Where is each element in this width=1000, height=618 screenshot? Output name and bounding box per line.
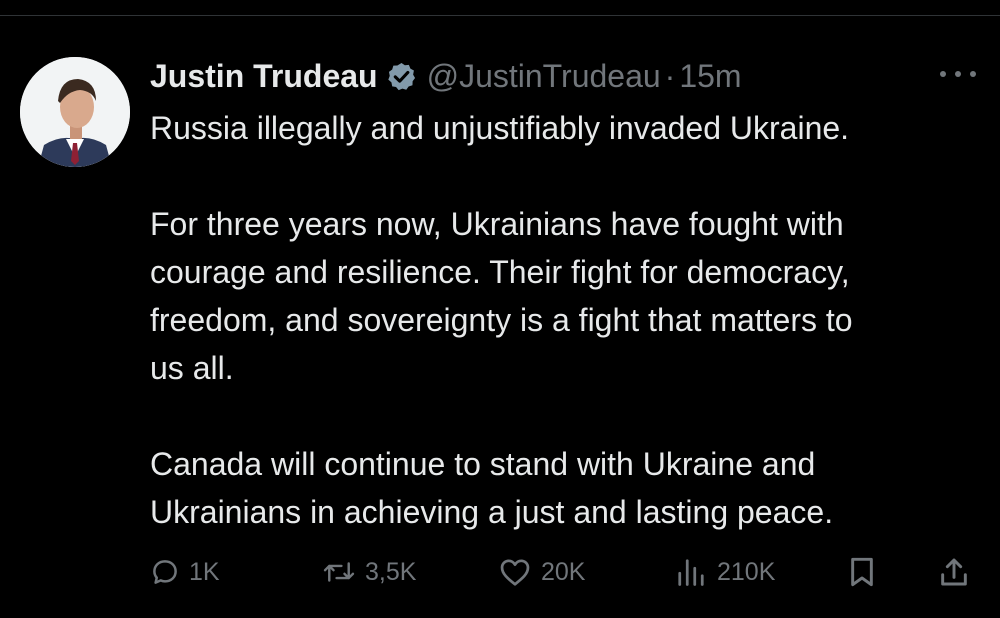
avatar[interactable] <box>20 57 130 167</box>
views-button[interactable]: 210K <box>674 548 775 596</box>
more-dot <box>955 71 961 77</box>
repost-count: 3,5K <box>365 557 417 586</box>
tweet-header: Justin Trudeau @JustinTrudeau · 15m <box>150 54 742 98</box>
reply-icon <box>150 557 180 587</box>
reply-count: 1K <box>189 557 220 586</box>
tweet-line: courage and resilience. Their fight for … <box>150 254 850 290</box>
share-icon <box>938 556 970 588</box>
bookmark-icon <box>847 556 877 588</box>
tweet-line: For three years now, Ukrainians have fou… <box>150 206 844 242</box>
share-button[interactable] <box>938 548 970 596</box>
tweet-paragraph: For three years now, Ukrainians have fou… <box>150 200 990 392</box>
action-bar: 1K 3,5K 20K 210K <box>150 548 980 596</box>
separator-dot: · <box>664 57 676 94</box>
more-dot <box>970 71 976 77</box>
tweet-line: Ukrainians in achieving a just and lasti… <box>150 494 834 530</box>
timestamp[interactable]: 15m <box>679 58 741 95</box>
like-count: 20K <box>541 557 586 586</box>
views-icon <box>674 557 708 587</box>
handle[interactable]: @JustinTrudeau <box>427 58 661 95</box>
more-dot <box>940 71 946 77</box>
repost-icon <box>322 557 356 587</box>
display-name[interactable]: Justin Trudeau <box>150 58 378 95</box>
bookmark-button[interactable] <box>847 548 877 596</box>
tweet-line: Canada will continue to stand with Ukrai… <box>150 446 816 482</box>
reply-button[interactable]: 1K <box>150 548 220 596</box>
like-button[interactable]: 20K <box>498 548 585 596</box>
heart-icon <box>498 557 532 587</box>
tweet-paragraph: Canada will continue to stand with Ukrai… <box>150 440 990 536</box>
tweet-text: Russia illegally and unjustifiably invad… <box>150 104 990 536</box>
tweet-line: freedom, and sovereignty is a fight that… <box>150 302 853 338</box>
verified-badge-icon[interactable] <box>386 61 417 92</box>
tweet-paragraph: Russia illegally and unjustifiably invad… <box>150 104 990 152</box>
tweet-line: us all. <box>150 350 234 386</box>
repost-button[interactable]: 3,5K <box>322 548 416 596</box>
tweet-line: Russia illegally and unjustifiably invad… <box>150 110 850 146</box>
more-icon[interactable] <box>940 62 976 86</box>
views-count: 210K <box>717 557 776 586</box>
top-divider <box>0 15 1000 16</box>
